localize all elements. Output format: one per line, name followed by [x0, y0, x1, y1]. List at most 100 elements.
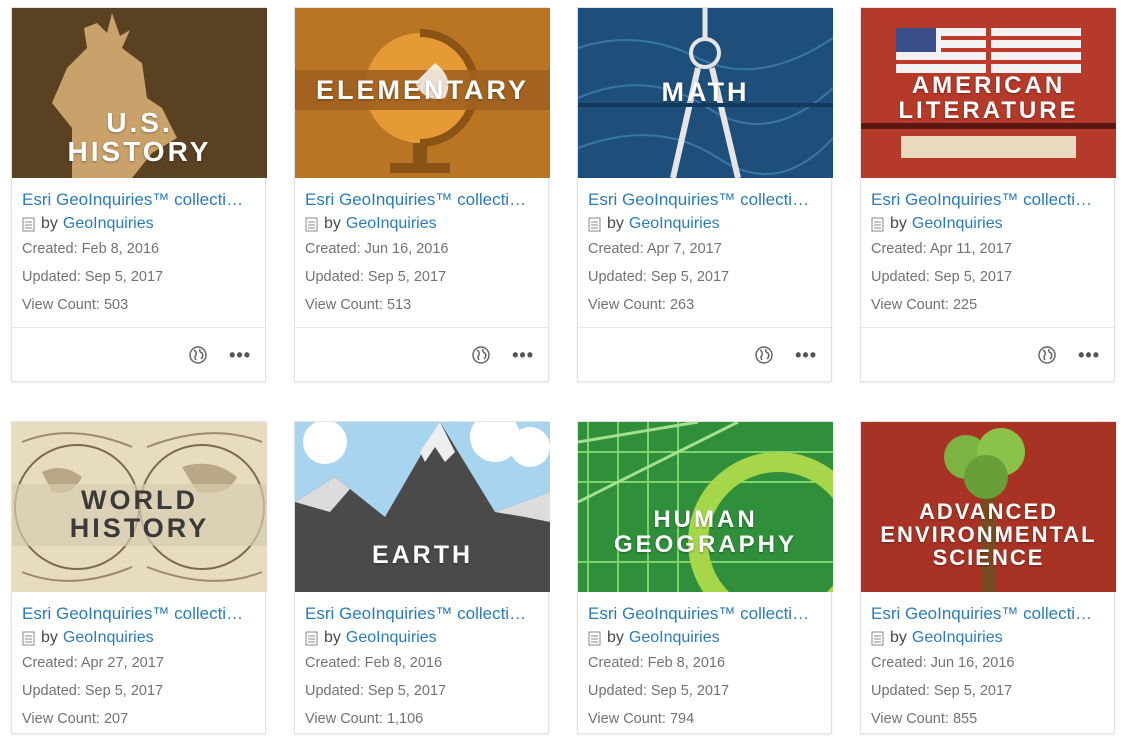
thumbnail-title: MATH	[661, 77, 750, 107]
thumbnail-title: U.S. HISTORY	[67, 107, 212, 168]
globe-icon[interactable]	[189, 345, 207, 364]
globe-icon[interactable]	[472, 345, 490, 364]
item-title-link[interactable]: Esri GeoInquiries™ collecti…	[871, 603, 1104, 625]
owner-link[interactable]: GeoInquiries	[63, 213, 154, 235]
item-card: MATH Esri GeoInquiries™ collecti… by Geo…	[577, 7, 833, 382]
item-card: U.S. HISTORY Esri GeoInquiries™ collecti…	[11, 7, 267, 382]
item-thumbnail[interactable]: MATH	[578, 8, 833, 178]
item-thumbnail[interactable]: HUMAN GEOGRAPHY	[578, 422, 833, 592]
owner-link[interactable]: GeoInquiries	[912, 213, 1003, 235]
view-count: View Count: 225	[871, 297, 978, 313]
thumbnail-title: ELEMENTARY	[315, 75, 529, 105]
item-owner: by GeoInquiries	[305, 213, 538, 235]
item-owner: by GeoInquiries	[22, 627, 255, 649]
thumbnail-title: WORLD HISTORY	[69, 485, 210, 544]
created-date: Created: Apr 27, 2017	[22, 655, 164, 671]
item-owner: by GeoInquiries	[22, 213, 255, 235]
owner-link[interactable]: GeoInquiries	[629, 213, 720, 235]
item-owner: by GeoInquiries	[871, 213, 1104, 235]
item-owner: by GeoInquiries	[871, 627, 1104, 649]
more-options-icon[interactable]: •••	[229, 346, 251, 364]
owner-link[interactable]: GeoInquiries	[63, 627, 154, 649]
view-count: View Count: 263	[588, 297, 695, 313]
owner-link[interactable]: GeoInquiries	[629, 627, 720, 649]
by-label: by	[890, 629, 907, 646]
updated-date: Updated: Sep 5, 2017	[588, 269, 730, 285]
item-owner: by GeoInquiries	[588, 627, 821, 649]
items-grid: U.S. HISTORY Esri GeoInquiries™ collecti…	[0, 0, 1124, 747]
updated-date: Updated: Sep 5, 2017	[588, 683, 730, 699]
document-icon	[305, 631, 318, 645]
item-title-link[interactable]: Esri GeoInquiries™ collecti…	[588, 189, 821, 211]
updated-date: Updated: Sep 5, 2017	[305, 683, 447, 699]
item-owner: by GeoInquiries	[305, 627, 538, 649]
thumbnail-title: AMERICAN LITERATURE	[898, 72, 1079, 125]
card-footer: •••	[12, 327, 265, 381]
document-icon	[22, 631, 35, 645]
thumbnail-title: ADVANCED ENVIRONMENTAL SCIENCE	[880, 499, 1097, 571]
updated-date: Updated: Sep 5, 2017	[22, 683, 164, 699]
item-title-link[interactable]: Esri GeoInquiries™ collecti…	[588, 603, 821, 625]
item-card: ADVANCED ENVIRONMENTAL SCIENCE Esri GeoI…	[860, 421, 1116, 734]
updated-date: Updated: Sep 5, 2017	[22, 269, 164, 285]
item-thumbnail[interactable]: ELEMENTARY	[295, 8, 550, 178]
more-options-icon[interactable]: •••	[795, 346, 817, 364]
item-card: EARTH Esri GeoInquiries™ collecti… by Ge…	[294, 421, 550, 734]
card-footer: •••	[295, 327, 548, 381]
by-label: by	[41, 629, 58, 646]
more-options-icon[interactable]: •••	[512, 346, 534, 364]
card-footer: •••	[861, 327, 1114, 381]
by-label: by	[890, 215, 907, 232]
owner-link[interactable]: GeoInquiries	[912, 627, 1003, 649]
view-count: View Count: 513	[305, 297, 412, 313]
card-footer: •••	[578, 327, 831, 381]
item-thumbnail[interactable]: AMERICAN LITERATURE	[861, 8, 1116, 178]
created-date: Created: Feb 8, 2016	[588, 655, 726, 671]
globe-icon[interactable]	[1038, 345, 1056, 364]
created-date: Created: Apr 7, 2017	[588, 241, 722, 257]
view-count: View Count: 207	[22, 711, 129, 727]
item-title-link[interactable]: Esri GeoInquiries™ collecti…	[305, 189, 538, 211]
document-icon	[871, 631, 884, 645]
item-title-link[interactable]: Esri GeoInquiries™ collecti…	[22, 189, 255, 211]
item-owner: by GeoInquiries	[588, 213, 821, 235]
item-thumbnail[interactable]: ADVANCED ENVIRONMENTAL SCIENCE	[861, 422, 1116, 592]
item-card: AMERICAN LITERATURE Esri GeoInquiries™ c…	[860, 7, 1116, 382]
item-card: ELEMENTARY Esri GeoInquiries™ collecti… …	[294, 7, 550, 382]
created-date: Created: Jun 16, 2016	[871, 655, 1015, 671]
by-label: by	[324, 629, 341, 646]
document-icon	[871, 217, 884, 231]
view-count: View Count: 503	[22, 297, 129, 313]
view-count: View Count: 1,106	[305, 711, 424, 727]
updated-date: Updated: Sep 5, 2017	[871, 269, 1013, 285]
by-label: by	[41, 215, 58, 232]
item-thumbnail[interactable]: EARTH	[295, 422, 550, 592]
owner-link[interactable]: GeoInquiries	[346, 627, 437, 649]
document-icon	[588, 217, 601, 231]
view-count: View Count: 794	[588, 711, 695, 727]
created-date: Created: Feb 8, 2016	[305, 655, 443, 671]
by-label: by	[324, 215, 341, 232]
document-icon	[588, 631, 601, 645]
item-card: WORLD HISTORY Esri GeoInquiries™ collect…	[11, 421, 267, 734]
document-icon	[305, 217, 318, 231]
item-card: HUMAN GEOGRAPHY Esri GeoInquiries™ colle…	[577, 421, 833, 734]
updated-date: Updated: Sep 5, 2017	[305, 269, 447, 285]
owner-link[interactable]: GeoInquiries	[346, 213, 437, 235]
updated-date: Updated: Sep 5, 2017	[871, 683, 1013, 699]
item-title-link[interactable]: Esri GeoInquiries™ collecti…	[871, 189, 1104, 211]
item-thumbnail[interactable]: WORLD HISTORY	[12, 422, 267, 592]
item-title-link[interactable]: Esri GeoInquiries™ collecti…	[305, 603, 538, 625]
created-date: Created: Feb 8, 2016	[22, 241, 160, 257]
item-title-link[interactable]: Esri GeoInquiries™ collecti…	[22, 603, 255, 625]
thumbnail-title: EARTH	[371, 541, 474, 569]
view-count: View Count: 855	[871, 711, 978, 727]
more-options-icon[interactable]: •••	[1078, 346, 1100, 364]
by-label: by	[607, 215, 624, 232]
created-date: Created: Jun 16, 2016	[305, 241, 449, 257]
globe-icon[interactable]	[755, 345, 773, 364]
item-thumbnail[interactable]: U.S. HISTORY	[12, 8, 267, 178]
document-icon	[22, 217, 35, 231]
created-date: Created: Apr 11, 2017	[871, 241, 1012, 257]
by-label: by	[607, 629, 624, 646]
